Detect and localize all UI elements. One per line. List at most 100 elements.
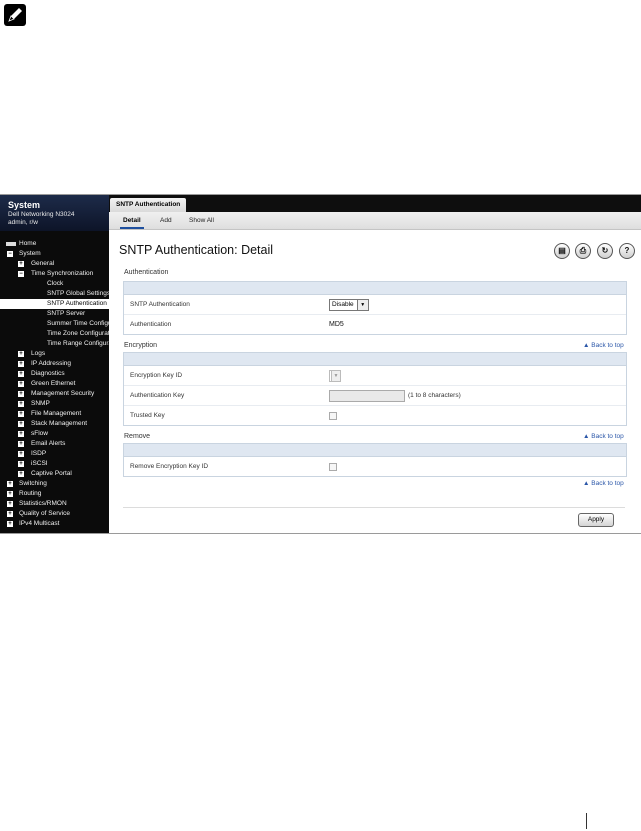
nav-item-diagnostics[interactable]: + Diagnostics (0, 369, 109, 379)
remove-encryption-key-id-label: Remove Encryption Key ID (130, 463, 209, 470)
nav-item-ipv4-multicast[interactable]: + IPv4 Multicast (0, 519, 109, 529)
sntp-authentication-value: Disable (332, 301, 354, 308)
expand-icon[interactable]: + (18, 431, 24, 437)
sub-tab-bar: Detail Add Show All (109, 212, 641, 230)
encryption-heading: Encryption (124, 342, 158, 349)
print-icon[interactable]: ⎙ (575, 243, 591, 259)
authentication-value: MD5 (329, 321, 344, 328)
nav-item-switching[interactable]: + Switching (0, 479, 109, 489)
nav-item-stack-management[interactable]: + Stack Management (0, 419, 109, 429)
expand-icon[interactable]: + (18, 371, 24, 377)
nav-item-label: Time Zone Configuration (47, 330, 109, 337)
nav-item-label: sFlow (31, 430, 48, 437)
trusted-key-label: Trusted Key (130, 412, 165, 419)
subtab-detail[interactable]: Detail (120, 212, 144, 229)
expand-icon[interactable]: + (18, 421, 24, 427)
nav-item-label: IP Addressing (31, 360, 71, 367)
trusted-key-checkbox[interactable] (329, 412, 337, 420)
back-to-top-label: Back to top (591, 433, 624, 440)
nav-item-sntp-authentication[interactable]: SNTP Authentication (0, 299, 109, 309)
nav-item-isdp[interactable]: + ISDP (0, 449, 109, 459)
nav-item-statistics-rmon[interactable]: + Statistics/RMON (0, 499, 109, 509)
nav-item-quality-of-service[interactable]: + Quality of Service (0, 509, 109, 519)
nav-item-snmp[interactable]: + SNMP (0, 399, 109, 409)
nav-item-general[interactable]: + General (0, 259, 109, 269)
nav-item-label: System (19, 250, 41, 257)
nav-item-management-security[interactable]: + Management Security (0, 389, 109, 399)
nav-item-label: Statistics/RMON (19, 500, 67, 507)
home-icon (6, 242, 16, 246)
authentication-panel: SNTP Authentication Disable ▼ Authentica… (123, 281, 627, 335)
nav-item-sflow[interactable]: + sFlow (0, 429, 109, 439)
back-to-top-link[interactable]: ▲ Back to top (583, 480, 624, 487)
collapse-icon[interactable]: − (7, 251, 13, 257)
divider (123, 507, 625, 508)
sntp-authentication-select[interactable]: Disable ▼ (329, 299, 369, 311)
nav-item-summer-time-configuration[interactable]: Summer Time Configuration (0, 319, 109, 329)
back-to-top-link[interactable]: ▲ Back to top (583, 342, 624, 349)
expand-icon[interactable]: + (18, 381, 24, 387)
expand-icon[interactable]: + (18, 351, 24, 357)
nav-item-clock[interactable]: Clock (0, 279, 109, 289)
nav-item-label: File Management (31, 410, 82, 417)
nav-item-iscsi[interactable]: + iSCSI (0, 459, 109, 469)
nav-item-label: iSCSI (31, 460, 48, 467)
nav-item-time-synchronization[interactable]: − Time Synchronization (0, 269, 109, 279)
expand-icon[interactable]: + (7, 521, 13, 527)
expand-icon[interactable]: + (7, 481, 13, 487)
nav-header: System Dell Networking N3024 admin, r/w (0, 195, 109, 231)
nav-item-label: Email Alerts (31, 440, 66, 447)
nav-item-home[interactable]: Home (0, 239, 109, 249)
subtab-add[interactable]: Add (160, 212, 172, 229)
nav-item-email-alerts[interactable]: + Email Alerts (0, 439, 109, 449)
nav-item-file-management[interactable]: + File Management (0, 409, 109, 419)
save-icon[interactable]: ▤ (554, 243, 570, 259)
collapse-icon[interactable]: − (18, 271, 24, 277)
refresh-icon[interactable]: ↻ (597, 243, 613, 259)
expand-icon[interactable]: + (7, 491, 13, 497)
expand-icon[interactable]: + (18, 391, 24, 397)
apply-button[interactable]: Apply (578, 513, 614, 527)
expand-icon[interactable]: + (7, 501, 13, 507)
sntp-authentication-row: SNTP Authentication Disable ▼ (124, 295, 626, 315)
back-to-top-label: Back to top (591, 480, 624, 487)
remove-heading: Remove (124, 433, 151, 440)
authentication-key-input[interactable] (329, 390, 405, 402)
nav-item-sntp-server[interactable]: SNTP Server (0, 309, 109, 319)
expand-icon[interactable]: + (7, 511, 13, 517)
remove-panel: Remove Encryption Key ID (123, 443, 627, 477)
nav-item-label: Stack Management (31, 420, 88, 427)
expand-icon[interactable]: + (18, 471, 24, 477)
expand-icon[interactable]: + (18, 461, 24, 467)
expand-icon[interactable]: + (18, 411, 24, 417)
expand-icon[interactable]: + (18, 451, 24, 457)
nav-item-label: SNTP Server (47, 310, 86, 317)
authentication-key-hint: (1 to 8 characters) (408, 392, 461, 399)
nav-item-logs[interactable]: + Logs (0, 349, 109, 359)
nav-item-time-range-configuration[interactable]: Time Range Configuration (0, 339, 109, 349)
back-to-top-link[interactable]: ▲ Back to top (583, 433, 624, 440)
remove-encryption-key-id-checkbox[interactable] (329, 463, 337, 471)
nav-item-label: Diagnostics (31, 370, 65, 377)
help-icon[interactable]: ? (619, 243, 635, 259)
nav-item-sntp-global-settings[interactable]: SNTP Global Settings (0, 289, 109, 299)
nav-item-captive-portal[interactable]: + Captive Portal (0, 469, 109, 479)
nav-item-label: Switching (19, 480, 47, 487)
nav-item-ip-addressing[interactable]: + IP Addressing (0, 359, 109, 369)
tab-sntp-authentication[interactable]: SNTP Authentication (110, 198, 187, 212)
expand-icon[interactable]: + (18, 261, 24, 267)
sntp-authentication-label: SNTP Authentication (130, 301, 190, 308)
expand-icon[interactable]: + (18, 441, 24, 447)
encryption-key-id-select[interactable]: ▼ (329, 370, 341, 382)
tab-bar: SNTP Authentication (109, 195, 641, 212)
nav-item-green-ethernet[interactable]: + Green Ethernet (0, 379, 109, 389)
nav-item-time-zone-configuration[interactable]: Time Zone Configuration (0, 329, 109, 339)
panel-header-bar (124, 282, 626, 295)
expand-icon[interactable]: + (18, 401, 24, 407)
subtab-show-all[interactable]: Show All (189, 212, 214, 229)
nav-item-label: SNTP Authentication (47, 300, 107, 307)
nav-item-system[interactable]: − System (0, 249, 109, 259)
expand-icon[interactable]: + (18, 361, 24, 367)
nav-item-routing[interactable]: + Routing (0, 489, 109, 499)
authentication-key-label: Authentication Key (130, 392, 185, 399)
